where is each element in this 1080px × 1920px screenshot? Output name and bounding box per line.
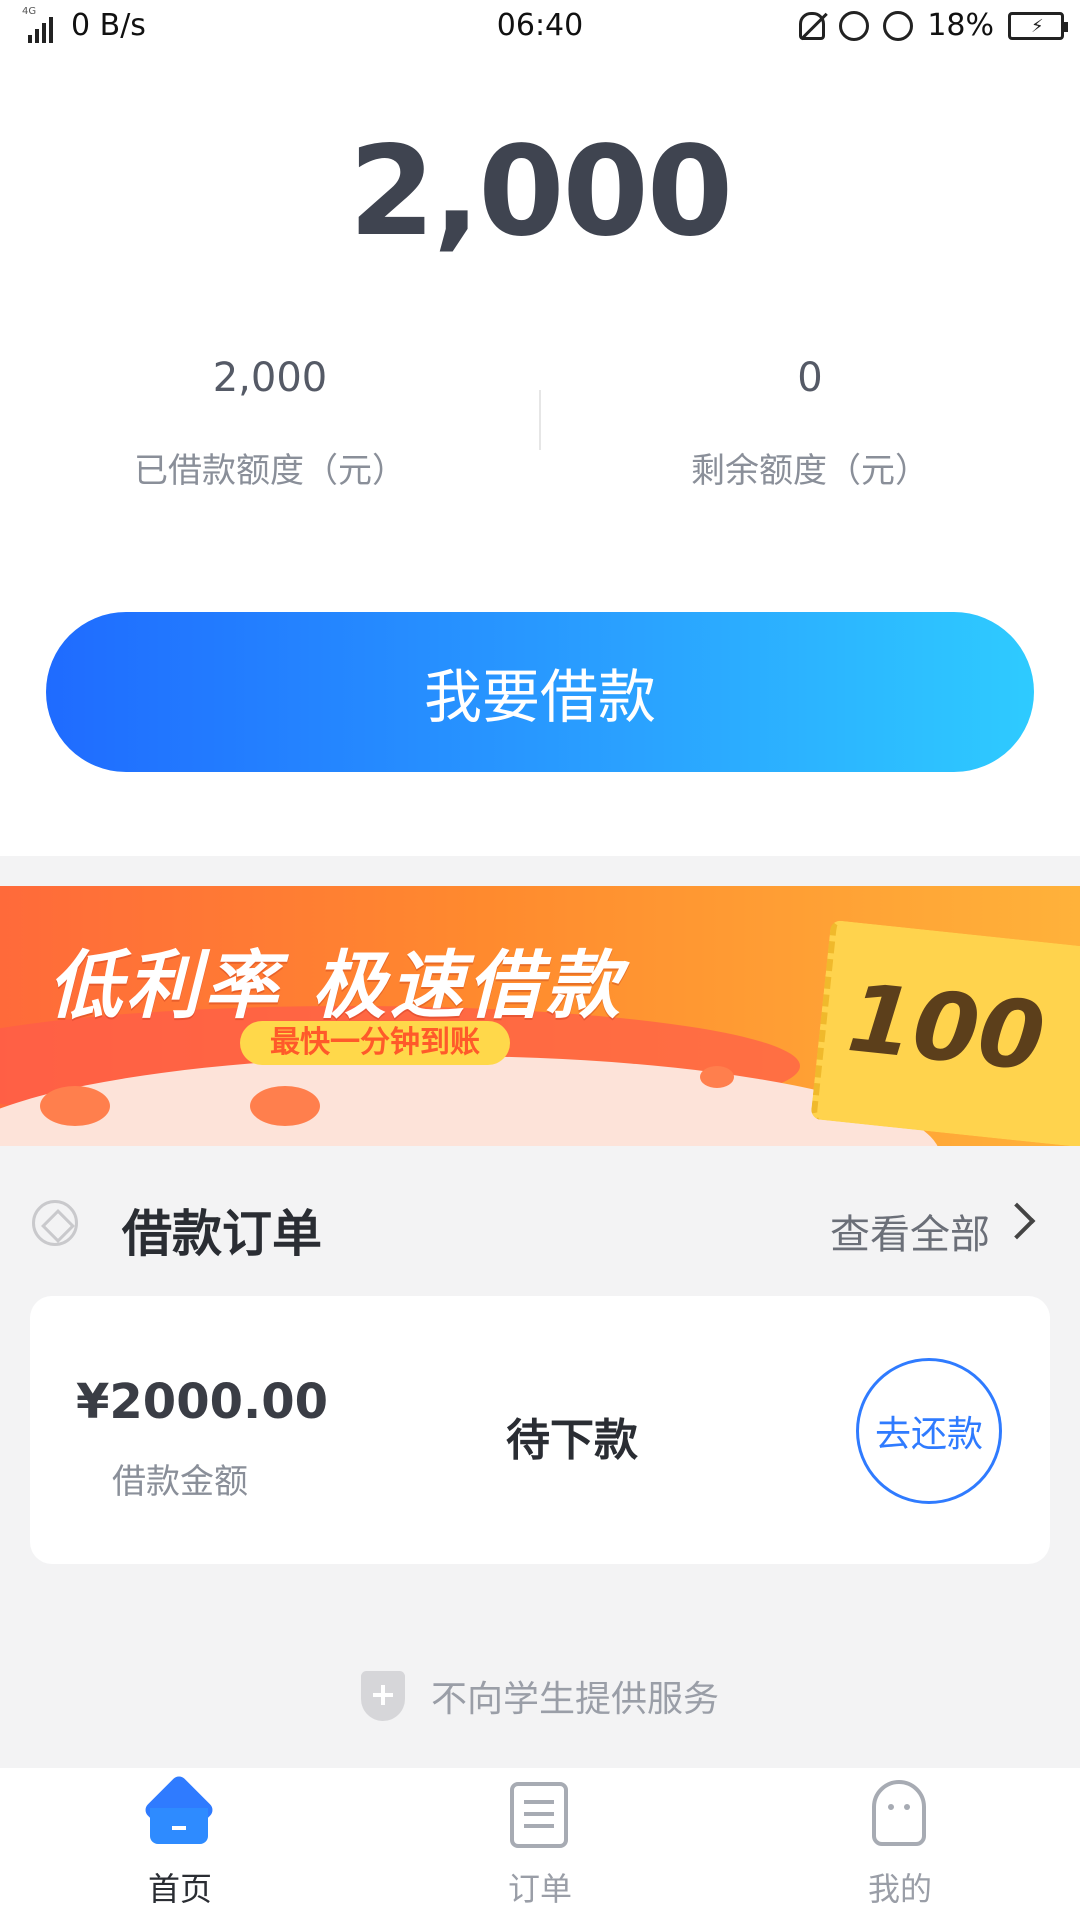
credit-limit-amount: 2,000 <box>348 120 733 264</box>
orders-header: 借款订单 查看全部 <box>0 1180 1080 1263</box>
order-status: 待下款 <box>506 1415 638 1466</box>
tab-orders-label: 订单 <box>507 1870 572 1908</box>
status-right: 18% ⚡ <box>799 8 1068 43</box>
repay-button[interactable]: 去还款 <box>856 1358 1002 1504</box>
battery-percent: 18% <box>927 8 994 43</box>
battery-icon: ⚡ <box>1008 11 1068 40</box>
diamond-circle-icon <box>32 1200 78 1246</box>
view-all-link[interactable]: 查看全部 <box>830 1202 990 1260</box>
coupon-value: 100 <box>842 964 1050 1093</box>
remaining-value: 0 <box>797 355 823 401</box>
mute-icon <box>799 11 826 40</box>
notice-text: 不向学生提供服务 <box>430 1679 719 1720</box>
remaining-stat: 0 剩余额度（元） <box>540 355 1080 492</box>
tab-home-label: 首页 <box>147 1870 212 1908</box>
borrowed-label: 已借款额度（元） <box>134 451 406 491</box>
student-notice: 不向学生提供服务 <box>0 1670 1080 1722</box>
orders-title: 借款订单 <box>122 1205 322 1263</box>
borrowed-value: 2,000 <box>212 355 328 401</box>
banner-title: 低利率 极速借款 <box>48 943 624 1029</box>
promo-banner[interactable]: 100 低利率 极速借款 最快一分钟到账 <box>0 886 1080 1146</box>
remaining-label: 剩余额度（元） <box>691 451 929 491</box>
shield-icon <box>360 1671 405 1721</box>
chevron-right-icon[interactable] <box>998 1202 1036 1240</box>
bottom-tab-bar: 首页 订单 我的 <box>0 1768 1080 1920</box>
status-bar: 4G 0 B/s 06:40 18% ⚡ <box>0 0 1080 56</box>
home-icon <box>142 1773 216 1847</box>
banner-subtitle: 最快一分钟到账 <box>240 1021 510 1065</box>
tab-home[interactable]: 首页 <box>0 1768 360 1920</box>
receipt-icon <box>510 1782 568 1848</box>
order-amount: ¥2000.00 <box>76 1374 329 1430</box>
alarm-icon <box>883 10 914 41</box>
rotation-lock-icon <box>839 10 870 41</box>
order-amount-label: 借款金额 <box>112 1462 248 1502</box>
tab-me-label: 我的 <box>867 1870 932 1908</box>
borrow-button[interactable]: 我要借款 <box>46 612 1034 772</box>
profile-icon <box>872 1780 926 1846</box>
tab-orders[interactable]: 订单 <box>360 1768 720 1920</box>
tab-me[interactable]: 我的 <box>720 1768 1080 1920</box>
order-card[interactable]: ¥2000.00 借款金额 待下款 去还款 <box>30 1296 1050 1564</box>
borrowed-stat: 2,000 已借款额度（元） <box>0 355 540 492</box>
